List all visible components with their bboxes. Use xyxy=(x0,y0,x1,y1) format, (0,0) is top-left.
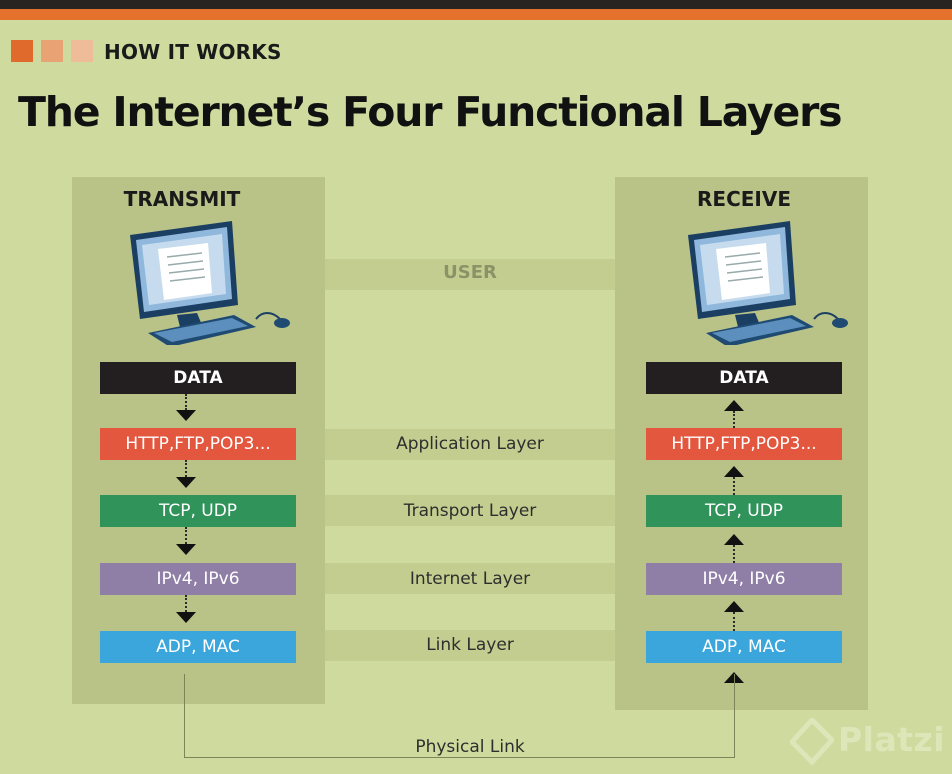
transport-layer-label: Transport Layer xyxy=(403,501,537,521)
transmit-heading: TRANSMIT xyxy=(123,187,241,211)
arrow-up-icon xyxy=(724,601,744,612)
platzi-logo-icon xyxy=(790,718,834,766)
transmit-application-box: HTTP,FTP,POP3... xyxy=(100,428,296,460)
arrow-down-icon xyxy=(176,612,196,623)
transmit-data-box: DATA xyxy=(100,362,296,394)
application-layer-label: Application Layer xyxy=(396,434,544,454)
receive-data-box: DATA xyxy=(646,362,842,394)
link-layer-label: Link Layer xyxy=(426,635,514,655)
arrow-up-icon xyxy=(724,534,744,545)
transmit-link-box: ADP, MAC xyxy=(100,631,296,663)
transmit-connector xyxy=(185,527,187,544)
header-square-2 xyxy=(41,40,63,62)
header-square-3 xyxy=(71,40,93,62)
arrow-down-icon xyxy=(176,410,196,421)
receive-connector xyxy=(733,612,735,631)
header-square-1 xyxy=(11,40,33,62)
arrow-up-icon xyxy=(724,400,744,411)
top-dark-bar xyxy=(0,0,952,9)
physical-link-label: Physical Link xyxy=(415,737,525,757)
user-label: USER xyxy=(443,262,497,283)
receive-transport-box: TCP, UDP xyxy=(646,495,842,527)
accent-bar xyxy=(0,9,952,20)
platzi-watermark: Platzi xyxy=(838,720,946,759)
receive-heading: RECEIVE xyxy=(697,187,791,211)
transmit-connector xyxy=(185,460,187,477)
computer-icon xyxy=(130,221,290,345)
page-title: The Internet’s Four Functional Layers xyxy=(18,88,842,136)
receive-connector xyxy=(733,477,735,495)
transmit-transport-box: TCP, UDP xyxy=(100,495,296,527)
receive-connector xyxy=(733,545,735,563)
kicker-label: HOW IT WORKS xyxy=(104,40,282,64)
receive-link-box: ADP, MAC xyxy=(646,631,842,663)
arrow-down-icon xyxy=(176,477,196,488)
transmit-connector xyxy=(185,595,187,612)
computer-icon xyxy=(688,221,848,345)
internet-layer-label: Internet Layer xyxy=(409,569,531,589)
receive-connector xyxy=(733,411,735,428)
transmit-internet-box: IPv4, IPv6 xyxy=(100,563,296,595)
arrow-up-icon xyxy=(724,466,744,477)
receive-internet-box: IPv4, IPv6 xyxy=(646,563,842,595)
arrow-down-icon xyxy=(176,544,196,555)
transmit-connector xyxy=(185,394,187,410)
receive-application-box: HTTP,FTP,POP3... xyxy=(646,428,842,460)
